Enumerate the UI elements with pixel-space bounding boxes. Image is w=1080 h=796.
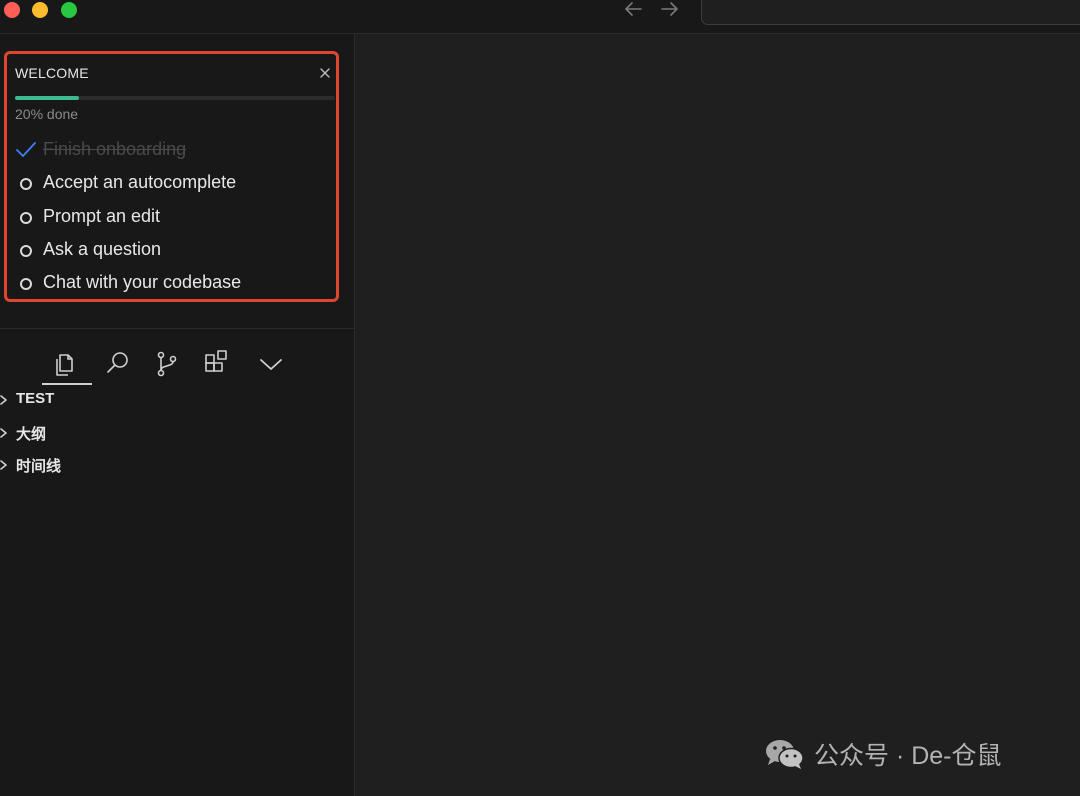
checkmark-icon <box>15 140 37 160</box>
task-label: Accept an autocomplete <box>43 172 237 192</box>
task-label: Prompt an edit <box>43 206 161 226</box>
section-timeline[interactable]: 时间线 <box>0 454 354 476</box>
welcome-title: WELCOME <box>15 65 89 81</box>
window-minimize-button[interactable] <box>32 2 48 18</box>
section-outline[interactable]: 大纲 <box>0 422 354 444</box>
circle-icon <box>20 178 32 190</box>
search-icon[interactable] <box>98 344 138 384</box>
progress-bar <box>15 96 335 100</box>
circle-icon <box>20 278 32 290</box>
close-icon[interactable] <box>318 66 332 80</box>
circle-icon <box>20 212 32 224</box>
task-prompt-edit[interactable]: Prompt an edit <box>15 205 335 231</box>
task-ask-question[interactable]: Ask a question <box>15 238 335 264</box>
sidebar: WELCOME 20% done Finish onboarding Accep… <box>0 34 355 796</box>
task-finish-onboarding[interactable]: Finish onboarding <box>15 138 335 164</box>
arrow-left-icon[interactable] <box>622 0 644 20</box>
chevron-right-icon <box>0 392 10 408</box>
section-label: TEST <box>16 390 55 407</box>
window-zoom-button[interactable] <box>61 2 77 18</box>
wechat-icon <box>764 737 806 771</box>
progress-text: 20% done <box>15 106 79 122</box>
task-accept-autocomplete[interactable]: Accept an autocomplete <box>15 171 335 197</box>
circle-icon <box>20 245 32 257</box>
watermark-text: 公众号 · De-仓鼠 <box>814 742 1002 770</box>
section-test[interactable]: TEST <box>0 389 354 411</box>
source-control-icon[interactable] <box>147 344 187 384</box>
title-bar <box>0 0 1080 34</box>
section-label: 大纲 <box>16 426 47 443</box>
watermark: 公众号 · De-仓鼠 <box>764 734 1064 770</box>
welcome-panel: WELCOME 20% done Finish onboarding Accep… <box>4 51 339 302</box>
chevron-right-icon <box>0 457 10 473</box>
chevron-right-icon <box>0 425 10 441</box>
chevron-down-icon[interactable] <box>251 344 291 384</box>
task-label: Finish onboarding <box>43 139 187 159</box>
progress-fill <box>15 96 79 100</box>
task-label: Ask a question <box>43 239 162 259</box>
explorer-icon[interactable] <box>46 344 86 384</box>
divider <box>0 328 354 329</box>
active-tab-indicator <box>42 383 92 385</box>
window-close-button[interactable] <box>4 2 20 18</box>
extensions-icon[interactable] <box>197 344 237 384</box>
editor-area[interactable] <box>355 34 1080 796</box>
arrow-right-icon[interactable] <box>659 0 681 20</box>
section-label: 时间线 <box>16 458 62 475</box>
command-center-search[interactable] <box>701 0 1080 25</box>
task-label: Chat with your codebase <box>43 272 242 292</box>
task-chat-codebase[interactable]: Chat with your codebase <box>15 271 335 297</box>
